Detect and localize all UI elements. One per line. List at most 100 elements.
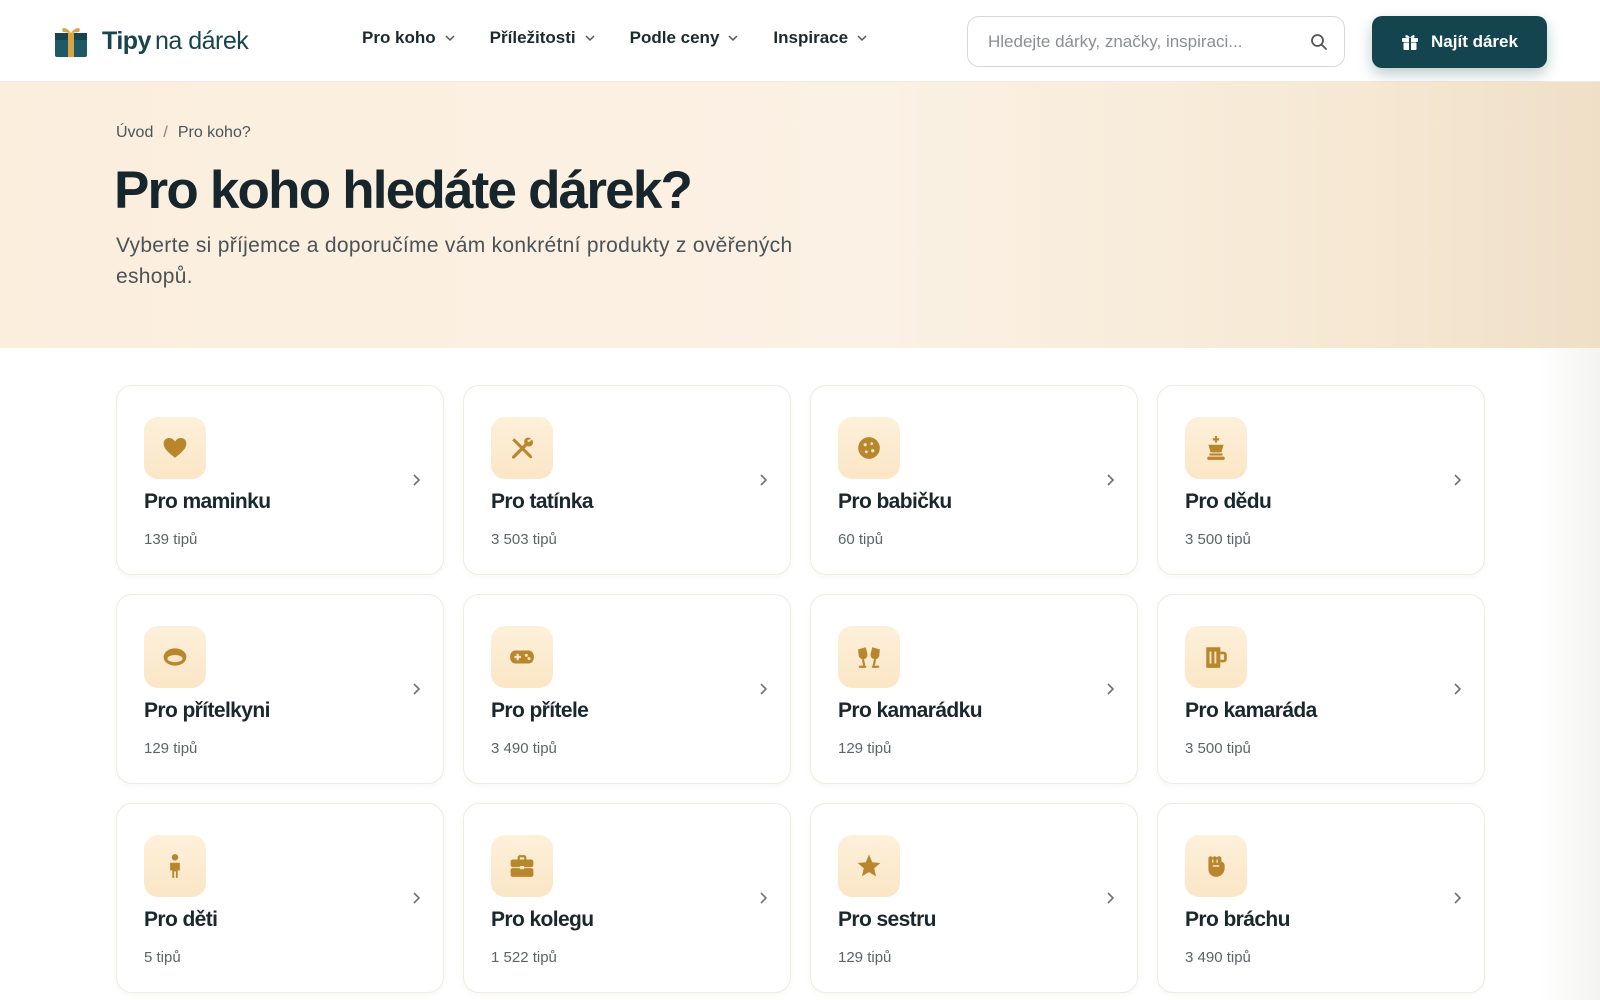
breadcrumb: Úvod / Pro koho?: [116, 124, 251, 142]
chevron-right-icon: [760, 474, 768, 486]
chess-king-icon: [1207, 436, 1225, 460]
find-gift-button[interactable]: Najít dárek: [1372, 16, 1547, 68]
card-title: Pro sestru: [838, 908, 936, 931]
icon-tile: [491, 626, 553, 688]
recipient-card-pritel[interactable]: Pro přítele 3 490 tipů: [463, 594, 791, 784]
logo-text-part2: na dárek: [154, 26, 249, 55]
child-icon: [170, 854, 180, 878]
main-nav: Pro koho Příležitosti Podle ceny Inspira…: [362, 28, 868, 48]
recipient-card-deda[interactable]: Pro dědu 3 500 tipů: [1157, 385, 1485, 575]
card-count: 129 tipů: [838, 949, 892, 966]
chevron-down-icon: [857, 35, 867, 42]
chevron-down-icon: [728, 35, 738, 42]
hero-section: Úvod / Pro koho? Pro koho hledáte dárek?…: [0, 82, 1600, 348]
breadcrumb-current: Pro koho?: [177, 124, 251, 141]
gift-icon: [1402, 35, 1419, 50]
logo-text-part1: Tipy: [102, 26, 151, 55]
card-count: 60 tipů: [838, 531, 884, 548]
recipient-card-tatinek[interactable]: Pro tatínka 3 503 tipů: [463, 385, 791, 575]
top-navigation-bar: Tipy na dárek Pro koho Příležitosti Podle…: [0, 0, 1600, 82]
card-title: Pro tatínka: [491, 490, 594, 513]
chevron-right-icon: [1454, 474, 1462, 486]
chevron-right-icon: [1107, 892, 1115, 904]
chevron-right-icon: [1107, 474, 1115, 486]
card-title: Pro dědu: [1185, 490, 1272, 513]
gamepad-icon: [510, 650, 534, 664]
page-subtitle: Vyberte si příjemce a doporučíme vám kon…: [116, 234, 793, 288]
right-edge-fade: [1540, 348, 1600, 1000]
page-title: Pro koho hledáte dárek?: [114, 161, 693, 220]
fist-icon: [1208, 856, 1225, 877]
chevron-right-icon: [760, 683, 768, 695]
find-gift-label: Najít dárek: [1431, 32, 1518, 51]
search-box: [967, 16, 1345, 67]
nav-pro-koho[interactable]: Pro koho: [362, 28, 456, 48]
chevron-right-icon: [413, 474, 421, 486]
card-title: Pro bráchu: [1185, 908, 1290, 931]
nav-label: Příležitosti: [489, 28, 576, 47]
recipient-card-maminka[interactable]: Pro maminku 139 tipů: [116, 385, 444, 575]
icon-tile: [144, 835, 206, 897]
briefcase-icon: [510, 855, 534, 877]
tools-icon: [511, 437, 533, 459]
breadcrumb-separator: /: [163, 124, 168, 141]
card-title: Pro přítele: [491, 699, 589, 722]
beer-mug-icon: [1206, 647, 1227, 668]
icon-tile: [491, 835, 553, 897]
card-count: 5 tipů: [144, 949, 181, 966]
recipient-card-kamaradka[interactable]: Pro kamarádku 129 tipů: [810, 594, 1138, 784]
recipient-card-babicka[interactable]: Pro babičku 60 tipů: [810, 385, 1138, 575]
card-count: 129 tipů: [144, 740, 198, 757]
logo-wordmark: Tipy na dárek: [102, 26, 249, 56]
card-count: 3 503 tipů: [491, 531, 557, 548]
recipient-card-pritelkyne[interactable]: Pro přítelkyni 129 tipů: [116, 594, 444, 784]
nav-label: Podle ceny: [629, 28, 720, 47]
nav-podle-ceny[interactable]: Podle ceny: [630, 28, 740, 48]
icon-tile: [491, 417, 553, 479]
icon-tile: [144, 626, 206, 688]
recipient-grid: Pro maminku 139 tipů Pro tatínka 3 503 t…: [116, 385, 1486, 993]
recipient-card-bracha[interactable]: Pro bráchu 3 490 tipů: [1157, 803, 1485, 993]
card-title: Pro maminku: [144, 490, 271, 513]
breadcrumb-home-link[interactable]: Úvod: [116, 124, 153, 142]
card-count: 139 tipů: [144, 531, 198, 548]
nav-label: Pro koho: [362, 28, 436, 47]
icon-tile: [1185, 835, 1247, 897]
star-icon: [857, 854, 881, 877]
icon-tile: [1185, 417, 1247, 479]
nav-label: Inspirace: [773, 28, 849, 47]
chevron-right-icon: [413, 892, 421, 904]
card-count: 3 500 tipů: [1185, 531, 1251, 548]
card-count: 3 490 tipů: [491, 740, 557, 757]
ring-icon: [163, 648, 187, 666]
recipient-card-kamarad[interactable]: Pro kamaráda 3 500 tipů: [1157, 594, 1485, 784]
chevron-down-icon: [445, 35, 455, 42]
heart-icon: [163, 438, 187, 458]
icon-tile: [838, 626, 900, 688]
icon-tile: [144, 417, 206, 479]
chevron-right-icon: [1454, 892, 1462, 904]
card-title: Pro děti: [144, 908, 218, 931]
chevron-right-icon: [1454, 683, 1462, 695]
icon-tile: [838, 417, 900, 479]
card-title: Pro kamaráda: [1185, 699, 1317, 722]
glasses-cheers-icon: [858, 647, 880, 668]
icon-tile: [1185, 626, 1247, 688]
card-title: Pro přítelkyni: [144, 699, 270, 722]
search-input[interactable]: [988, 31, 1288, 52]
chevron-down-icon: [585, 35, 595, 42]
card-title: Pro kamarádku: [838, 699, 983, 722]
card-title: Pro babičku: [838, 490, 952, 513]
recipient-card-deti[interactable]: Pro děti 5 tipů: [116, 803, 444, 993]
nav-inspirace[interactable]: Inspirace: [773, 28, 868, 48]
card-title: Pro kolegu: [491, 908, 594, 931]
nav-prilezitosti[interactable]: Příležitosti: [490, 28, 596, 48]
card-count: 3 500 tipů: [1185, 740, 1251, 757]
recipient-card-kolega[interactable]: Pro kolegu 1 522 tipů: [463, 803, 791, 993]
gift-logo-icon: [54, 24, 88, 58]
cookie-icon: [858, 437, 880, 459]
search-icon[interactable]: [1310, 33, 1328, 51]
site-logo[interactable]: Tipy na dárek: [54, 24, 249, 58]
recipient-card-sestra[interactable]: Pro sestru 129 tipů: [810, 803, 1138, 993]
card-count: 1 522 tipů: [491, 949, 557, 966]
